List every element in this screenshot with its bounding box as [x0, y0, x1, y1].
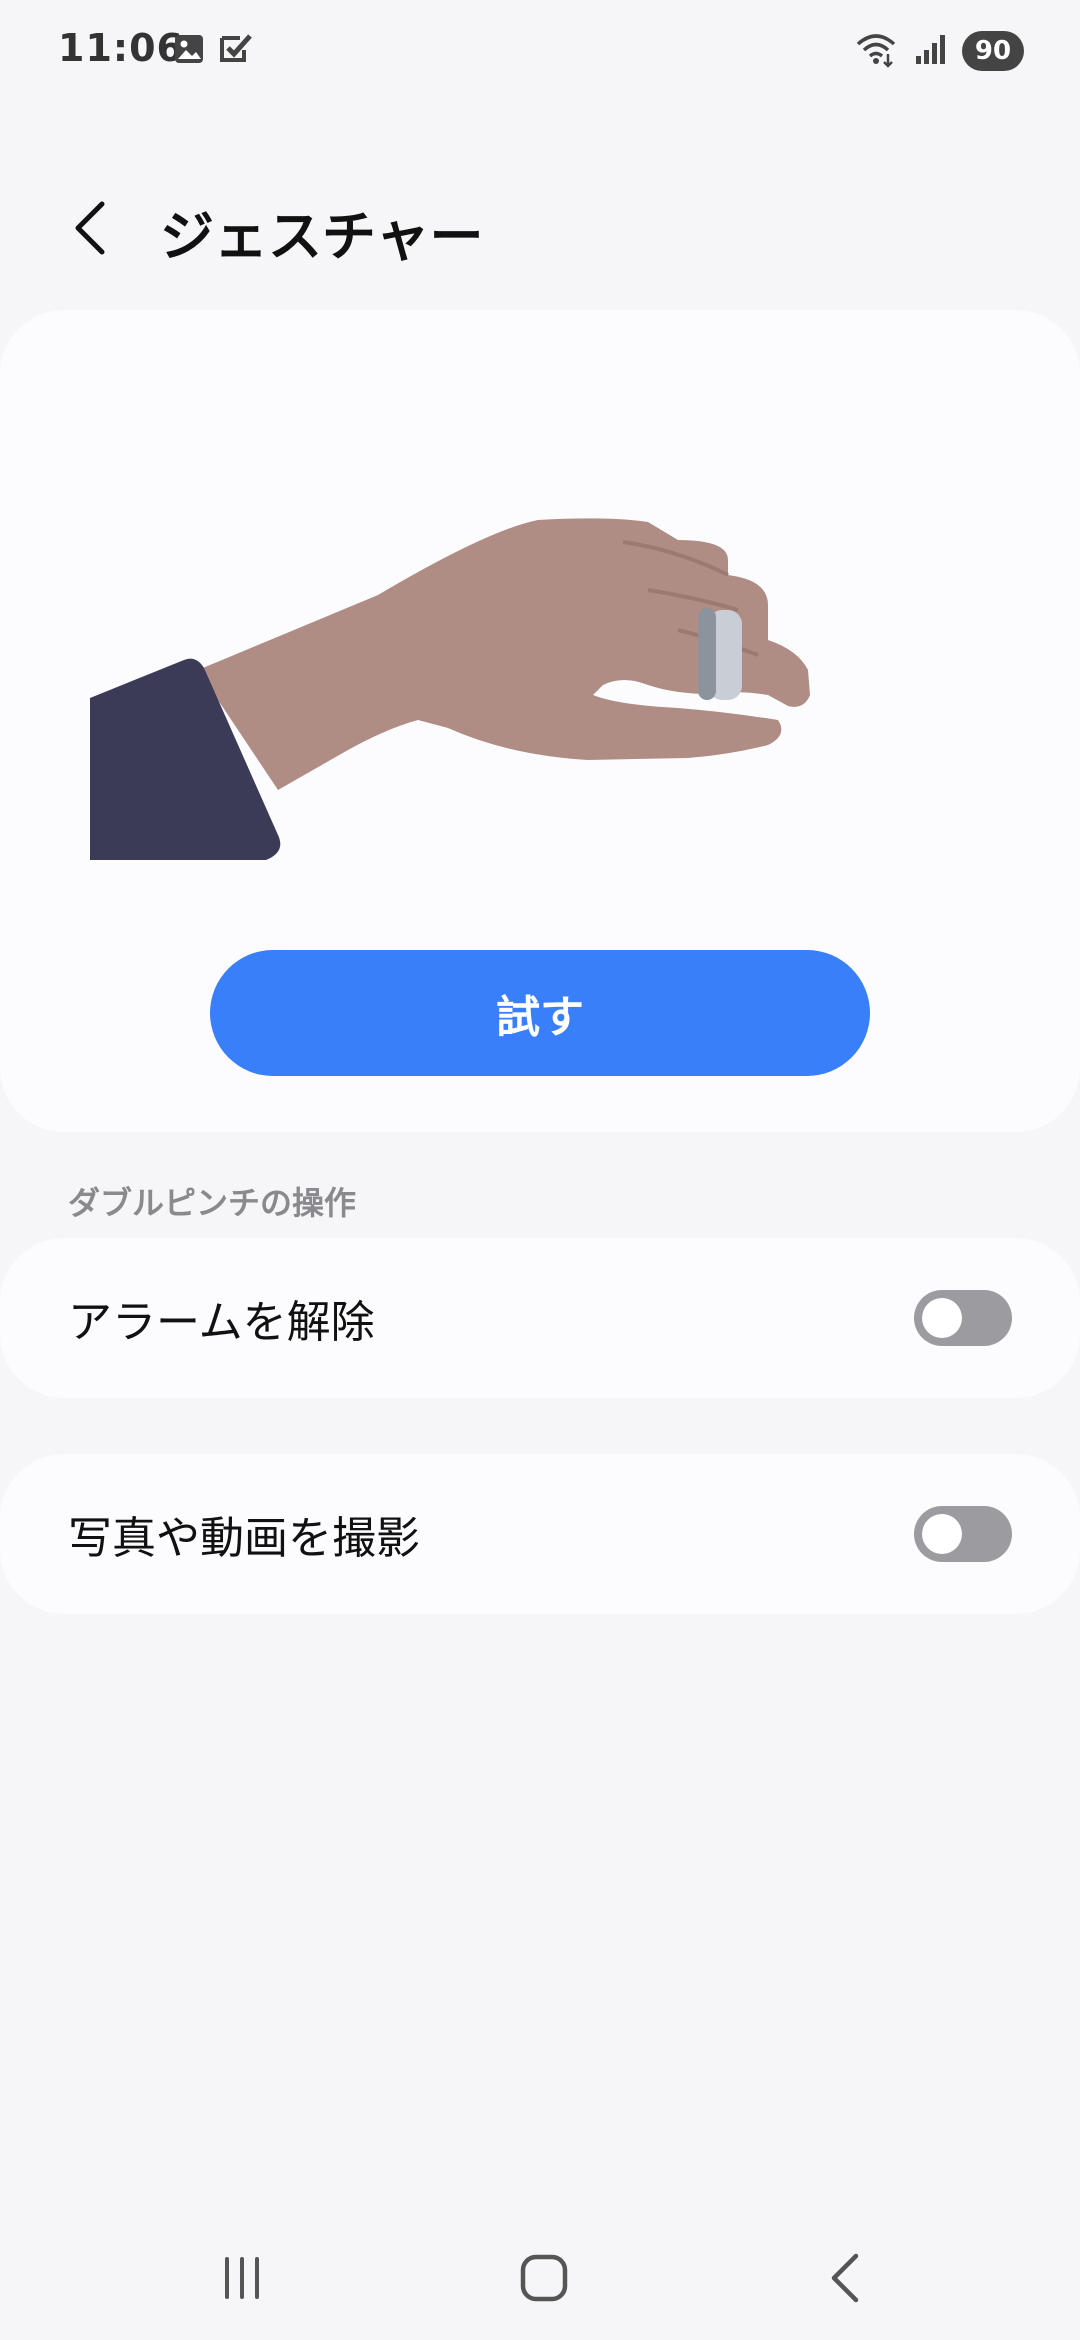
- recents-icon: [217, 2253, 267, 2307]
- nav-back-button[interactable]: [786, 2220, 906, 2340]
- status-time: 11:06: [58, 26, 184, 70]
- battery-indicator: 90: [962, 31, 1024, 71]
- recents-button[interactable]: [182, 2220, 302, 2340]
- app-header: ジェスチャー: [0, 180, 1080, 280]
- setting-row-dismiss-alarm[interactable]: アラームを解除: [0, 1238, 1080, 1398]
- section-label: ダブルピンチの操作: [68, 1184, 357, 1222]
- hand-ring-illustration: [88, 480, 848, 890]
- home-button[interactable]: [484, 2220, 604, 2340]
- page-title: ジェスチャー: [160, 205, 484, 268]
- back-button[interactable]: [60, 190, 120, 270]
- toggle-knob: [922, 1298, 962, 1338]
- wifi-icon: [854, 30, 900, 72]
- setting-row-take-photo-video[interactable]: 写真や動画を撮影: [0, 1454, 1080, 1614]
- system-nav-bar: [0, 2220, 1080, 2340]
- signal-icon: [914, 32, 948, 70]
- setting-label: 写真や動画を撮影: [68, 1513, 420, 1564]
- back-icon: [826, 2251, 866, 2309]
- setting-label: アラームを解除: [68, 1297, 375, 1348]
- toggle-knob: [922, 1514, 962, 1554]
- try-button[interactable]: 試す: [210, 950, 870, 1076]
- chevron-left-icon: [70, 198, 110, 262]
- status-bar: 11:06 90: [0, 0, 1080, 100]
- check-task-icon: [218, 32, 254, 70]
- image-icon: [172, 32, 206, 70]
- gesture-demo-card: 試す: [0, 310, 1080, 1132]
- take-photo-video-toggle[interactable]: [914, 1506, 1012, 1562]
- notification-icons: [172, 32, 254, 70]
- dismiss-alarm-toggle[interactable]: [914, 1290, 1012, 1346]
- home-icon: [519, 2253, 569, 2307]
- status-right: 90: [854, 30, 1024, 72]
